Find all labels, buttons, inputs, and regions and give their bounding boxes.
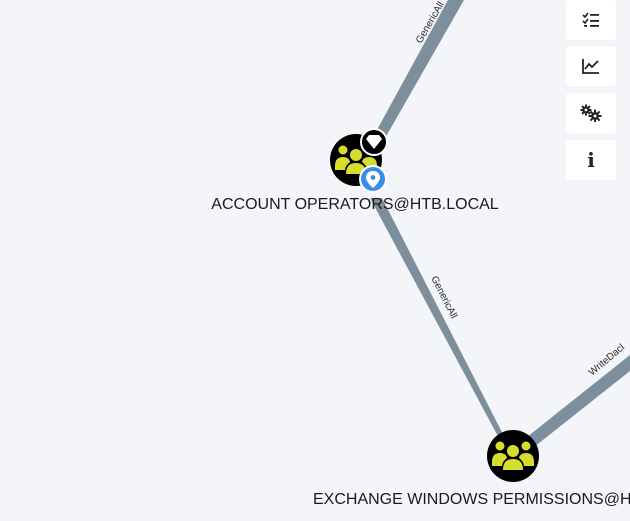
info-icon: i (587, 148, 595, 172)
settings-button[interactable] (566, 93, 616, 133)
line-chart-icon (582, 58, 600, 74)
owned-pin-icon (359, 165, 387, 193)
edge-write-dacl[interactable]: WriteDacl (522, 342, 630, 451)
gears-icon (580, 104, 602, 122)
node-account-operators[interactable]: ACCOUNT OPERATORS@HTB.LOCAL (211, 128, 499, 213)
edge-line[interactable] (372, 0, 464, 147)
edge-line[interactable] (370, 198, 506, 440)
node-exchange-windows-permissions[interactable]: EXCHANGE WINDOWS PERMISSIONS@H (313, 430, 630, 508)
group-icon (492, 441, 534, 470)
graph-canvas[interactable]: GenericAll GenericAll WriteDacl ACCOUNT … (0, 0, 630, 521)
info-button[interactable]: i (566, 140, 616, 180)
chart-button[interactable] (566, 46, 616, 86)
checklist-button[interactable] (566, 0, 616, 40)
edge-generic-all-middle[interactable]: GenericAll (370, 198, 506, 440)
high-value-diamond-icon (360, 128, 388, 156)
node-label: ACCOUNT OPERATORS@HTB.LOCAL (211, 196, 499, 213)
edge-line[interactable] (522, 355, 630, 451)
edge-generic-all-top[interactable]: GenericAll (372, 0, 464, 147)
checklist-icon (582, 12, 600, 28)
node-label: EXCHANGE WINDOWS PERMISSIONS@H (313, 491, 630, 508)
